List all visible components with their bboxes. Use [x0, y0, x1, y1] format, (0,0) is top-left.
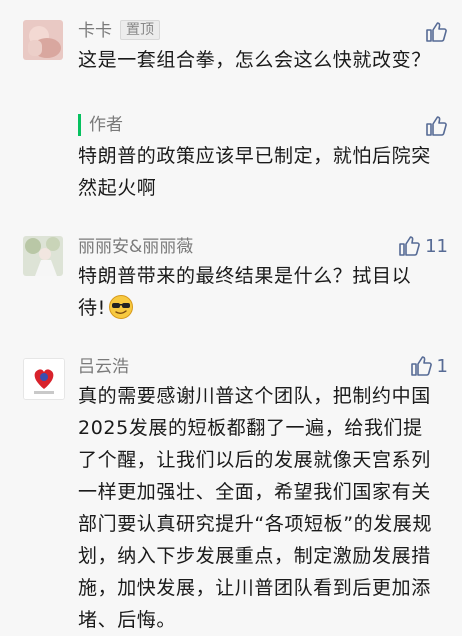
- sunglasses-emoji-icon: [108, 294, 134, 320]
- comment-author-name: 吕云浩: [78, 357, 129, 377]
- author-reply-label: 作者: [78, 114, 123, 136]
- username: 卡卡: [78, 21, 112, 41]
- thumbs-up-icon: [399, 236, 420, 256]
- like-count: 11: [425, 235, 448, 257]
- avatar[interactable]: [23, 358, 65, 400]
- comment-author-name: 丽丽安&丽丽薇: [78, 237, 194, 257]
- comment-author-name: 卡卡 置顶: [78, 20, 160, 42]
- avatar[interactable]: [23, 236, 63, 276]
- thumbs-up-icon: [410, 356, 432, 376]
- like-button[interactable]: 11: [397, 234, 448, 258]
- reply-like-button[interactable]: [424, 114, 448, 138]
- pinned-badge: 置顶: [120, 20, 160, 40]
- author-reply-text: 特朗普的政策应该早已制定，就怕后院突然起火啊: [78, 145, 431, 199]
- like-button[interactable]: 1: [409, 354, 448, 378]
- thumbs-up-icon: [426, 22, 447, 42]
- comment-text: 特朗普带来的最终结果是什么？拭目以待!: [78, 260, 438, 324]
- comment-text: 真的需要感谢川普这个团队，把制约中国2025发展的短板都翻了一遍，给我们提了个醒…: [78, 385, 433, 631]
- like-button[interactable]: [424, 20, 448, 44]
- comment-text: 这是一套组合拳，怎么会这么快就改变？: [78, 49, 431, 71]
- like-count: 1: [436, 355, 448, 377]
- thumbs-up-icon: [426, 116, 447, 136]
- avatar[interactable]: [23, 20, 63, 60]
